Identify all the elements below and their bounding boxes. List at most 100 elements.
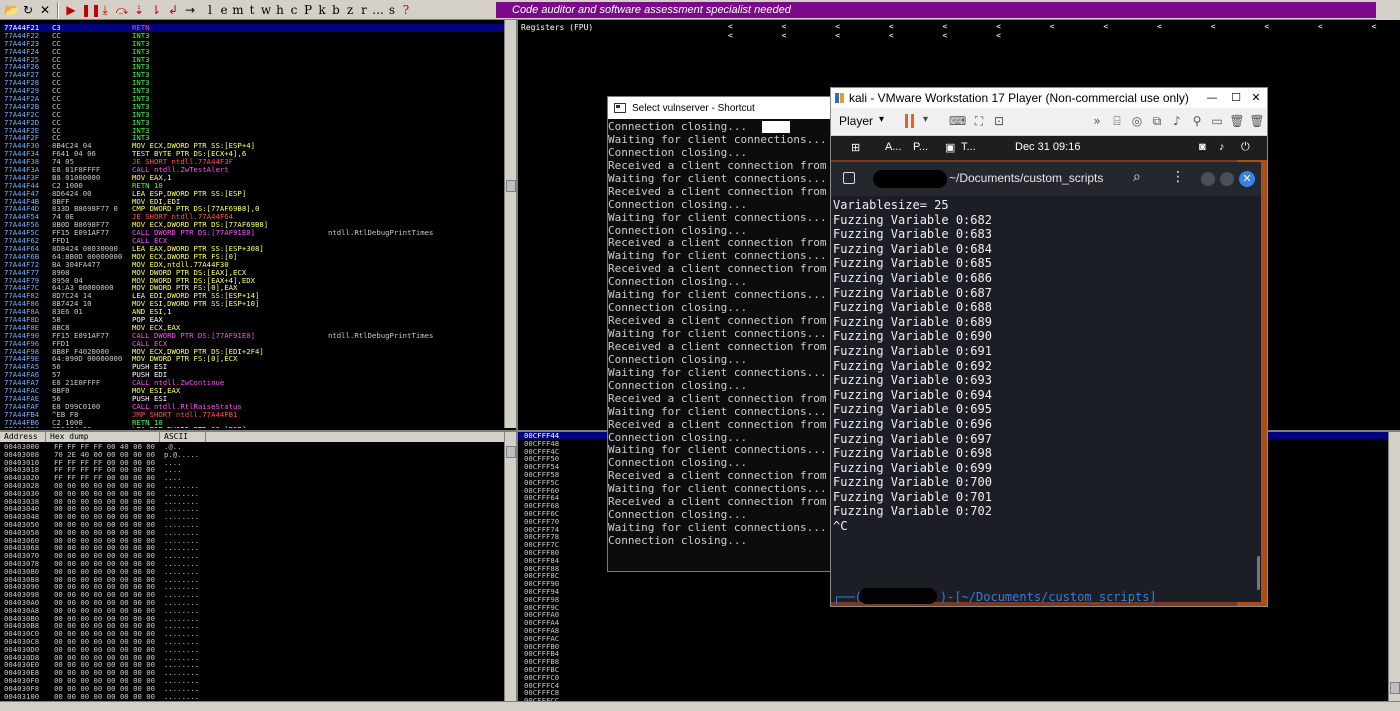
window-shortcut-8[interactable]: k [315,3,329,17]
terminal-output[interactable]: Variablesize= 25 Fuzzing Variable 0:682 Fu… [831,196,1261,604]
console-titlebar[interactable]: Select vulnserver - Shortcut [608,97,831,119]
goto-icon[interactable]: → [183,3,197,17]
panel-terminal-icon[interactable]: ▣ [945,141,955,154]
column-header-address[interactable]: Address [0,432,46,442]
terminal-scrollbar[interactable] [1257,556,1260,590]
window-shortcut-0[interactable]: l [203,3,217,17]
send-ctrl-alt-del-icon[interactable]: ⌨ [949,113,966,129]
disasm-row[interactable]: 77A44F2E CC INT3 [4,126,504,135]
disasm-row[interactable]: 77A44FA7 E8 21E0FFFF CALL ntdll.ZwContinue [4,379,504,387]
forward-icon[interactable]: » [1089,113,1105,129]
step-over-icon[interactable]: ⤼ [115,3,129,17]
power-icon[interactable]: ⏻ [1241,141,1250,154]
vmware-titlebar[interactable]: kali - VMware Workstation 17 Player (Non… [831,88,1267,108]
disassembly-scrollbar[interactable] [504,20,516,428]
pause-vm-icon[interactable] [905,114,915,128]
disasm-row[interactable]: 77A44F47 8D6424 00 LEA ESP,DWORD PTR SS:[E… [4,189,504,198]
network-icon[interactable]: ⧉ [1149,113,1165,129]
window-shortcut-14[interactable]: ? [399,3,413,17]
vulnserver-console-window[interactable]: Select vulnserver - Shortcut Connection … [607,96,832,572]
disasm-row[interactable]: 77A44F4D 833D B8698F77 0 CMP DWORD PTR DS:… [4,205,504,213]
step-into-icon[interactable]: ⤓ [98,3,112,17]
disasm-row[interactable]: 77A44F2D CC INT3 [4,118,504,127]
disasm-row[interactable]: 77A44F28 CC INT3 [4,79,504,87]
hex-scrollbar[interactable] [504,432,516,701]
run-icon[interactable]: ▶ [64,3,78,17]
disasm-row[interactable]: 77A44F72 BA 304FA477 MOV EDX,ntdll.77A44F3… [4,260,504,269]
terminal-window[interactable]: ~/Documents/custom_scripts ⌕ ⋮ ✕ Variabl… [831,162,1261,604]
panel-item-2[interactable]: P... [913,141,928,153]
sound-icon[interactable]: ♪ [1169,113,1185,129]
window-shortcut-1[interactable]: e [217,3,231,17]
disasm-row[interactable]: 77A44FB9 8D6424 00 LEA ESP,DWORD PTR SS:[E… [4,426,504,428]
hex-dump-pane[interactable]: Address Hex dump ASCII 00403000 FF FF FF … [0,430,516,701]
disasm-row[interactable]: 77A44FAC 8BF0 MOV ESI,EAX [4,387,504,395]
disasm-row[interactable]: 77A44F23 CC INT3 [4,39,504,48]
disasm-row[interactable]: 77A44F5C FF15 E091AF77 CALL DWORD PTR DS:[… [4,229,504,237]
maximize-dot[interactable] [1220,172,1234,186]
column-header-hex[interactable]: Hex dump [46,432,160,442]
trace-over-icon[interactable]: ⇂ [149,3,163,17]
window-shortcut-5[interactable]: h [273,3,287,17]
execute-till-return-icon[interactable]: ↲ [166,3,180,17]
notification-icon[interactable]: ◙ [1199,141,1206,153]
maximize-button[interactable]: ☐ [1225,88,1247,108]
printer-icon[interactable]: ▭ [1209,113,1225,129]
terminal-header[interactable]: ~/Documents/custom_scripts ⌕ ⋮ ✕ [831,162,1261,196]
disasm-row[interactable]: 77A44F8D 58 POP EAX [4,316,504,324]
column-header-ascii[interactable]: ASCII [160,432,206,442]
fit-window-icon[interactable]: ⛶ [971,113,987,129]
window-shortcut-12[interactable]: ... [371,3,385,17]
volume-icon[interactable]: ♪ [1219,141,1225,153]
window-shortcut-2[interactable]: m [231,3,245,17]
usb-icon[interactable]: ⚲ [1189,113,1205,129]
panel-item-1[interactable]: A... [885,141,902,153]
disasm-row[interactable]: 77A44FA5 56 PUSH ESI [4,363,504,371]
disasm-row[interactable]: 77A44F22 CC INT3 [4,31,504,40]
disasm-row[interactable]: 77A44F9E 64:890D 00000000 MOV DWORD PTR FS… [4,355,504,363]
console-output[interactable]: Connection closing... Waiting for client … [608,119,831,571]
window-shortcut-11[interactable]: r [357,3,371,17]
window-shortcut-10[interactable]: z [343,3,357,17]
minimize-button[interactable]: — [1201,88,1223,108]
minimize-dot[interactable] [1201,172,1215,186]
trash-icon-2[interactable]: 🗑 [1249,113,1265,129]
search-icon[interactable]: ⌕ [1133,169,1141,185]
stack-scroll-thumb[interactable] [1390,682,1400,694]
player-menu[interactable]: Player [839,114,873,128]
trace-into-icon[interactable]: ⇣ [132,3,146,17]
stack-scrollbar[interactable] [1388,432,1400,701]
disasm-row[interactable]: 77A44F2A CC INT3 [4,95,504,103]
clock[interactable]: Dec 31 09:16 [1015,141,1080,153]
restart-icon[interactable]: ↻ [21,3,35,17]
disasm-row[interactable]: 77A44F34 F641 04 06 TEST BYTE PTR DS:[ECX+… [4,150,504,158]
power-caret-icon[interactable]: ▾ [923,114,928,125]
disasm-row[interactable]: 77A44FAF E8 D99C0100 CALL ntdll.RtlRaiseSt… [4,402,504,411]
apps-grid-icon[interactable]: ⊞ [851,141,860,154]
disassembly-pane[interactable]: 77A44F21 C3 RETN 77A44F22 CC INT3 77A44F23 CC IN… [0,20,516,428]
close-program-icon[interactable]: ✕ [38,3,52,17]
disasm-row[interactable]: 77A44F21 C3 RETN [4,24,504,32]
vmware-player-window[interactable]: kali - VMware Workstation 17 Player (Non… [830,87,1268,607]
disasm-row[interactable]: 77A44F2C CC INT3 [4,110,504,119]
disasm-row[interactable]: 77A44F24 CC INT3 [4,47,504,56]
window-shortcut-9[interactable]: b [329,3,343,17]
trash-icon[interactable]: 🗑 [1229,113,1245,129]
hex-scroll-thumb[interactable] [506,446,516,458]
disasm-row[interactable]: 77A44F90 FF15 E091AF77 CALL DWORD PTR DS:[… [4,331,504,340]
cd-drive-icon[interactable]: ◎ [1129,113,1145,129]
disasm-row[interactable]: 77A44F8A 83E6 01 AND ESI,1 [4,308,504,316]
player-menu-caret-icon[interactable]: ▾ [879,114,884,125]
disasm-row[interactable]: 77A44F27 CC INT3 [4,71,504,79]
window-shortcut-3[interactable]: t [245,3,259,17]
promo-banner[interactable]: Code auditor and software assessment spe… [496,2,1376,18]
disassembly-scroll-thumb[interactable] [506,180,516,192]
menu-icon[interactable]: ⋮ [1171,169,1185,185]
unity-icon[interactable]: ⊡ [991,113,1007,129]
window-shortcut-7[interactable]: P [301,3,315,17]
open-folder-icon[interactable]: 📂 [4,3,19,17]
disasm-row[interactable]: 77A44F2B CC INT3 [4,103,504,111]
panel-item-3[interactable]: T... [961,141,976,153]
disasm-row[interactable]: 77A44F29 CC INT3 [4,87,504,95]
pause-icon[interactable]: ❚❚ [81,3,101,17]
